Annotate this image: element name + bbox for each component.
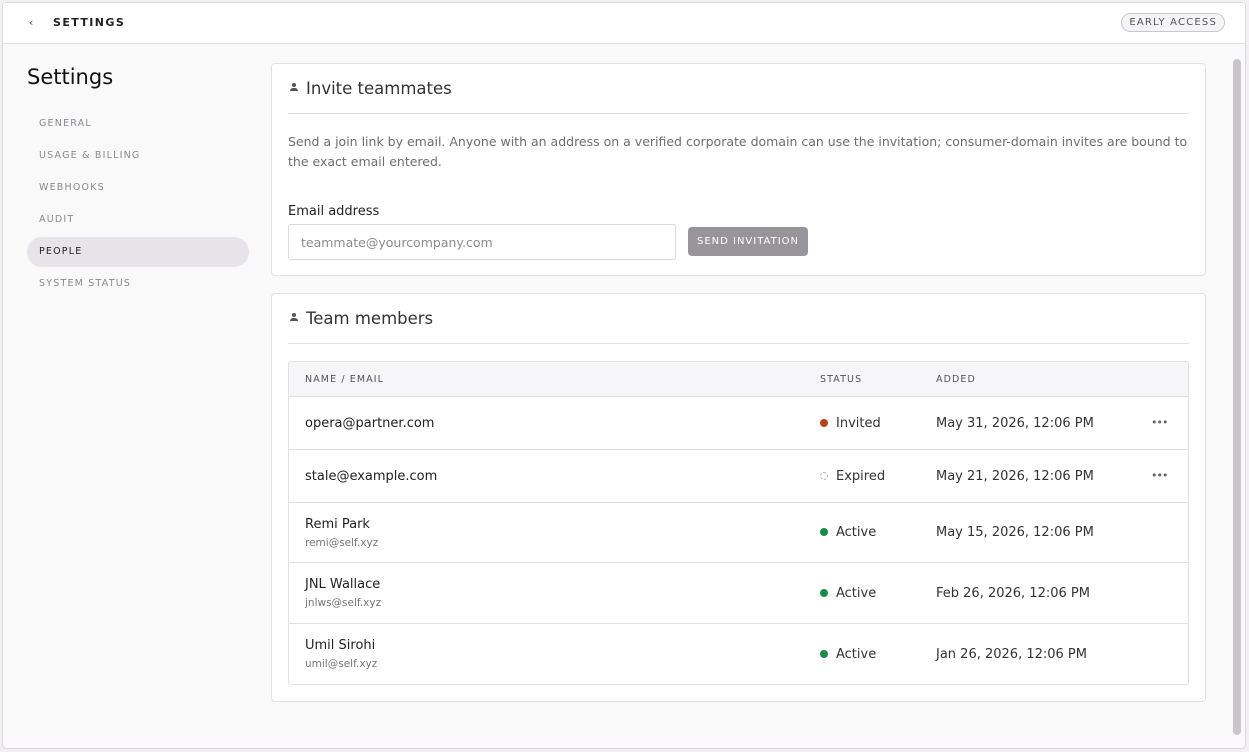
table-row[interactable]: JNL Wallace jnlws@self.xyz Active Feb 26… [289,563,1188,624]
send-invitation-button[interactable]: SEND INVITATION [688,227,808,256]
invite-card-title: Invite teammates [306,79,452,98]
added-date: Feb 26, 2026, 12:06 PM [936,586,1090,601]
team-card-title: Team members [306,309,434,328]
person-icon [290,313,298,322]
table-row[interactable]: Remi Park remi@self.xyz Active May 15, 2… [289,503,1188,563]
member-name: JNL Wallace [305,577,381,592]
top-bar: ‹ SETTINGS EARLY ACCESS [3,3,1245,44]
table-row[interactable]: stale@example.com Expired May 21, 2026, … [289,450,1188,503]
added-date: May 21, 2026, 12:06 PM [936,469,1094,484]
member-name: opera@partner.com [305,416,435,431]
sidebar-item-audit[interactable]: AUDIT [27,205,249,235]
email-label: Email address [288,204,380,219]
status-text: Active [836,647,877,662]
team-card: Team members NAME / EMAIL STATUS ADDED o… [271,293,1206,702]
sidebar-item-general[interactable]: GENERAL [27,109,249,139]
scrollbar-thumb[interactable] [1233,59,1241,735]
invite-card-header: Invite teammates [288,64,1189,114]
status-dot-icon [820,528,828,536]
invite-card: Invite teammates Send a join link by ema… [271,63,1206,276]
sidebar-item-system-status[interactable]: SYSTEM STATUS [27,269,249,299]
team-card-header: Team members [288,294,1189,344]
status-dot-icon [820,650,828,658]
sidebar-item-usage-billing[interactable]: USAGE & BILLING [27,141,249,171]
status-dot-icon [820,589,828,597]
sidebar-title: Settings [27,65,114,89]
status-text: Invited [836,416,881,431]
status-dot-icon [820,472,828,480]
column-header-name[interactable]: NAME / EMAIL [305,374,384,385]
table-header: NAME / EMAIL STATUS ADDED [289,362,1188,397]
sidebar: Settings GENERAL USAGE & BILLING WEBHOOK… [27,65,249,301]
member-name: stale@example.com [305,469,438,484]
column-header-status[interactable]: STATUS [820,374,862,385]
person-icon [290,83,298,92]
added-date: May 31, 2026, 12:06 PM [936,416,1094,431]
sidebar-item-webhooks[interactable]: WEBHOOKS [27,173,249,203]
member-name: Umil Sirohi [305,638,376,653]
sidebar-item-people[interactable]: PEOPLE [27,237,249,267]
status-text: Active [836,586,877,601]
column-header-added[interactable]: ADDED [936,374,976,385]
team-table: NAME / EMAIL STATUS ADDED opera@partner.… [288,361,1189,685]
added-date: May 15, 2026, 12:06 PM [936,525,1094,540]
scrollbar[interactable] [1233,59,1241,735]
member-name: Remi Park [305,517,370,532]
early-access-badge: EARLY ACCESS [1121,13,1225,32]
table-row[interactable]: Umil Sirohi umil@self.xyz Active Jan 26,… [289,624,1188,684]
table-row[interactable]: opera@partner.com Invited May 31, 2026, … [289,397,1188,450]
member-email: remi@self.xyz [305,537,379,549]
more-options-icon[interactable]: ••• [1151,417,1168,428]
email-field[interactable] [288,224,676,260]
added-date: Jan 26, 2026, 12:06 PM [936,647,1087,662]
chevron-left-icon[interactable]: ‹ [29,16,41,30]
member-email: jnlws@self.xyz [305,597,382,609]
more-options-icon[interactable]: ••• [1151,470,1168,481]
status-text: Expired [836,469,886,484]
member-email: umil@self.xyz [305,658,378,670]
invite-description: Send a join link by email. Anyone with a… [288,134,1188,169]
status-dot-icon [820,419,828,427]
settings-window: ‹ SETTINGS EARLY ACCESS Settings GENERAL… [2,2,1246,749]
topbar-title: SETTINGS [53,16,126,29]
status-text: Active [836,525,877,540]
